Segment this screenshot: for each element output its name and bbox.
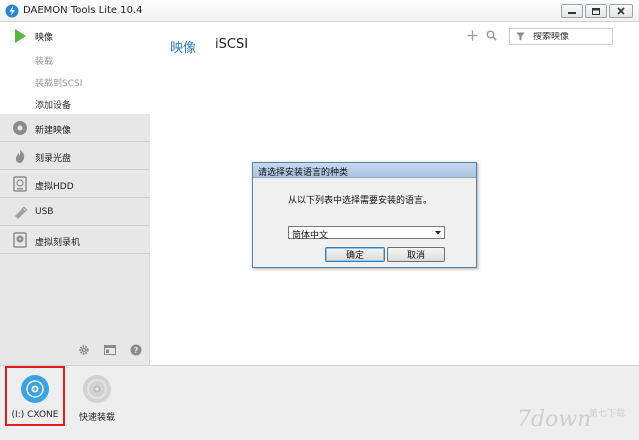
sidebar-subitem-mount-scsi[interactable]: 装载到SCSI <box>35 76 82 89</box>
sidebar-item-new-image[interactable]: 新建映像 <box>0 114 150 142</box>
window-title: DAEMON Tools Lite 10.4 <box>23 5 143 16</box>
play-icon <box>15 29 26 43</box>
sidebar-item-burn-disc[interactable]: 刻录光盘 <box>0 142 150 170</box>
dialog-prompt: 从以下列表中选择需要安装的语言。 <box>288 196 433 206</box>
sidebar-item-label: USB <box>35 207 54 217</box>
sidebar-item-label: 新建映像 <box>35 126 72 136</box>
drive-label: 快速装载 <box>78 413 115 423</box>
sidebar-item-usb[interactable]: USB <box>0 198 150 226</box>
flame-icon <box>15 149 25 163</box>
sidebar-item-virtual-burner[interactable]: 虚拟刻录机 <box>0 226 150 254</box>
sidebar: 映像 装载 装载到SCSI 添加设备 新建映像 刻录光盘 虚拟HDD USB 虚… <box>0 22 150 365</box>
sidebar-subitem-add-device[interactable]: 添加设备 <box>35 98 71 111</box>
language-select-value: 简体中文 <box>292 231 329 241</box>
close-icon <box>617 7 625 15</box>
help-icon[interactable]: ? <box>130 344 142 356</box>
sidebar-item-label: 刻录光盘 <box>35 154 72 164</box>
quick-mount-disc-icon <box>83 375 111 403</box>
dropdown-arrow-icon[interactable] <box>433 228 443 237</box>
sidebar-item-label: 映像 <box>35 33 54 43</box>
dialog-title-bar: 请选择安装语言的种类 <box>253 163 476 178</box>
sidebar-item-label: 虚拟刻录机 <box>35 238 81 248</box>
search-box[interactable] <box>509 28 613 45</box>
minimize-button[interactable] <box>561 4 583 18</box>
search-icon[interactable] <box>486 30 497 41</box>
burner-icon <box>13 232 27 248</box>
language-dialog: 请选择安装语言的种类 从以下列表中选择需要安装的语言。 简体中文 确定 取消 <box>252 162 477 268</box>
add-icon[interactable] <box>467 30 478 41</box>
tab-iscsi[interactable]: iSCSI <box>215 37 248 52</box>
site-watermark-logo: 7down 第七下载 <box>517 407 625 432</box>
svg-text:7down: 7down <box>517 407 591 432</box>
quick-mount-button[interactable]: 快速装载 <box>67 366 127 426</box>
sidebar-item-label: 虚拟HDD <box>35 182 74 192</box>
daemon-tools-logo-icon <box>5 4 19 18</box>
restore-icon <box>592 7 600 15</box>
filter-icon[interactable] <box>516 32 525 41</box>
drive-label: (I:) CXONE <box>11 410 59 420</box>
restore-button[interactable] <box>585 4 607 18</box>
title-bar: DAEMON Tools Lite 10.4 <box>0 0 639 22</box>
language-select[interactable]: 简体中文 <box>288 226 445 241</box>
gear-icon[interactable] <box>78 344 90 356</box>
sidebar-subitem-mount[interactable]: 装载 <box>35 54 53 67</box>
cancel-button[interactable]: 取消 <box>387 247 445 262</box>
sidebar-section-images: 映像 装载 装载到SCSI 添加设备 <box>0 22 150 114</box>
close-button[interactable] <box>609 4 633 18</box>
sidebar-item-virtual-hdd[interactable]: 虚拟HDD <box>0 170 150 198</box>
sidebar-item-images[interactable]: 映像 <box>0 22 150 50</box>
disc-icon <box>13 121 27 135</box>
tab-images[interactable]: 映像 <box>170 37 196 56</box>
panel-icon[interactable] <box>104 344 116 356</box>
svg-text:?: ? <box>134 346 139 355</box>
drive-bar: (I:) CXONE 快速装载 7down 第七下载 <box>0 365 639 440</box>
ok-button[interactable]: 确定 <box>325 247 385 262</box>
dialog-title: 请选择安装语言的种类 <box>258 168 349 178</box>
usb-icon <box>15 206 28 219</box>
minimize-icon <box>568 12 576 14</box>
drive-disc-icon <box>21 375 49 403</box>
virtual-drive-i[interactable]: (I:) CXONE <box>5 366 65 426</box>
svg-text:第七下载: 第七下载 <box>589 407 625 419</box>
hdd-icon <box>13 176 27 192</box>
search-input[interactable] <box>533 31 611 42</box>
